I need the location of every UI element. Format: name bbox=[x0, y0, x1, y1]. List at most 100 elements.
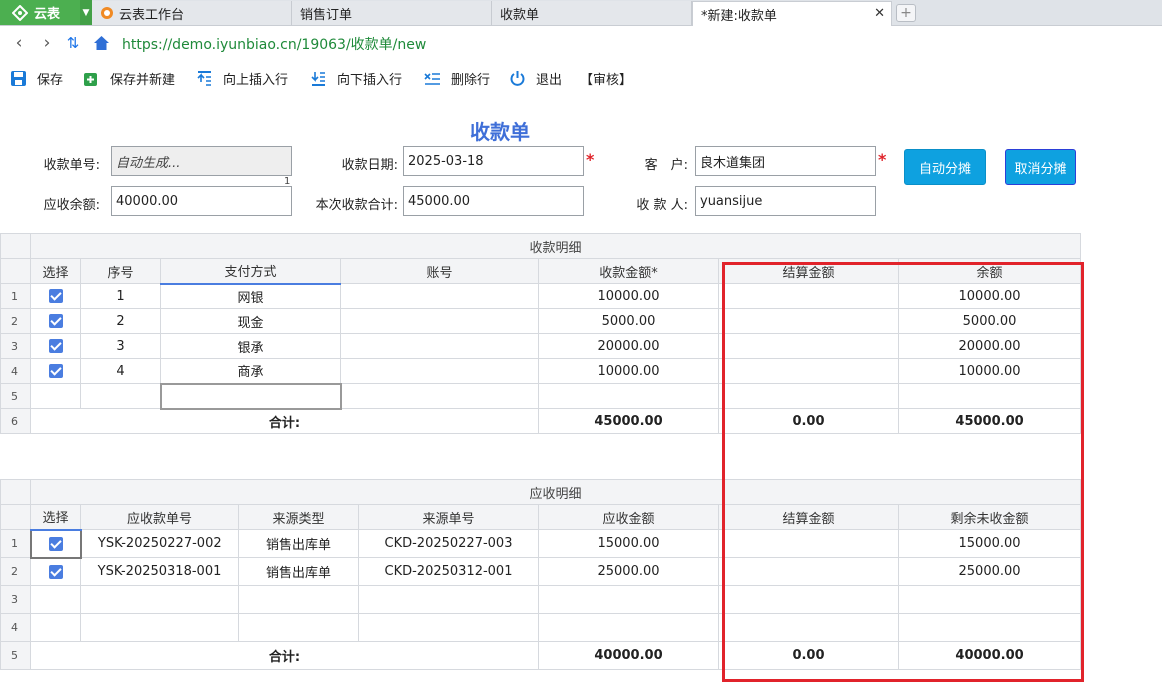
forward-icon[interactable]: › bbox=[38, 33, 56, 53]
source-no-cell[interactable]: CKD-20250312-001 bbox=[358, 557, 539, 586]
settled-cell[interactable] bbox=[718, 529, 899, 558]
source-type-cell[interactable]: 销售出库单 bbox=[238, 557, 359, 586]
account-cell[interactable] bbox=[340, 358, 539, 384]
settled-cell[interactable] bbox=[718, 283, 899, 309]
balance-cell[interactable]: 20000.00 bbox=[897, 333, 1082, 359]
payment-method-cell[interactable]: 银承 bbox=[160, 333, 341, 359]
select-cell[interactable] bbox=[30, 283, 81, 309]
settled-cell[interactable] bbox=[718, 557, 899, 586]
column-header[interactable]: 结算金额 bbox=[718, 258, 899, 284]
select-cell[interactable] bbox=[30, 358, 81, 384]
source-no-cell[interactable]: CKD-20250227-003 bbox=[358, 529, 539, 558]
remaining-cell[interactable] bbox=[897, 585, 1082, 614]
customer-field[interactable]: 良木道集团 bbox=[695, 146, 876, 176]
checkbox[interactable] bbox=[48, 564, 63, 579]
receivable-balance-field[interactable]: 40000.00 bbox=[111, 186, 292, 216]
column-header[interactable]: 支付方式 bbox=[160, 258, 341, 285]
select-cell[interactable] bbox=[30, 333, 81, 359]
receivable-amount-cell[interactable]: 25000.00 bbox=[538, 557, 719, 586]
amount-cell[interactable]: 20000.00 bbox=[538, 333, 719, 359]
seq-cell[interactable]: 3 bbox=[80, 333, 161, 359]
tab-new-receipt[interactable]: *新建:收款单 ✕ bbox=[692, 1, 892, 27]
payment-method-cell[interactable]: 商承 bbox=[160, 358, 341, 384]
auto-allocate-button[interactable]: 自动分摊 bbox=[904, 149, 986, 185]
save-button[interactable]: 保存 bbox=[10, 67, 63, 89]
app-menu-button[interactable]: 云表 bbox=[0, 0, 80, 25]
select-cell[interactable] bbox=[30, 585, 81, 614]
tab-receipt[interactable]: 收款单 bbox=[492, 1, 692, 25]
payment-method-cell-selected[interactable] bbox=[159, 382, 342, 410]
checkbox[interactable] bbox=[48, 339, 63, 353]
receipt-no-field[interactable]: 自动生成... bbox=[111, 146, 292, 176]
cancel-allocate-button[interactable]: 取消分摊 bbox=[1005, 149, 1076, 185]
column-header[interactable]: 结算金额 bbox=[718, 504, 899, 530]
account-cell[interactable] bbox=[340, 308, 539, 334]
settled-cell[interactable] bbox=[718, 308, 899, 334]
balance-cell[interactable]: 10000.00 bbox=[897, 283, 1082, 309]
tab-workbench[interactable]: 云表工作台 bbox=[92, 1, 292, 25]
account-cell[interactable] bbox=[340, 333, 539, 359]
source-no-cell[interactable] bbox=[358, 585, 539, 614]
account-cell[interactable] bbox=[340, 283, 539, 309]
new-tab-button[interactable]: + bbox=[896, 4, 916, 22]
insert-row-above-button[interactable]: 向上插入行 bbox=[196, 67, 288, 89]
receivable-amount-cell[interactable]: 15000.00 bbox=[538, 529, 719, 558]
remaining-cell[interactable]: 25000.00 bbox=[897, 557, 1082, 586]
source-type-cell[interactable] bbox=[238, 613, 359, 642]
balance-cell[interactable]: 5000.00 bbox=[897, 308, 1082, 334]
column-header[interactable]: 收款金额* bbox=[538, 258, 719, 284]
url-text[interactable]: https://demo.iyunbiao.cn/19063/收款单/new bbox=[122, 34, 426, 54]
column-header[interactable]: 来源单号 bbox=[358, 504, 539, 530]
settled-cell[interactable] bbox=[718, 613, 899, 642]
source-no-cell[interactable] bbox=[358, 613, 539, 642]
checkbox[interactable] bbox=[48, 314, 63, 328]
receivable-no-cell[interactable]: YSK-20250318-001 bbox=[80, 557, 239, 586]
balance-cell[interactable]: 10000.00 bbox=[897, 358, 1082, 384]
remaining-cell[interactable]: 15000.00 bbox=[897, 529, 1082, 558]
receivable-no-cell[interactable] bbox=[80, 613, 239, 642]
amount-cell[interactable]: 10000.00 bbox=[538, 358, 719, 384]
select-cell[interactable] bbox=[30, 308, 81, 334]
review-button[interactable]: 【审核】 bbox=[580, 67, 632, 89]
app-dropdown-icon[interactable]: ▼ bbox=[80, 0, 92, 25]
settled-cell[interactable] bbox=[718, 383, 899, 409]
checkbox[interactable] bbox=[48, 289, 63, 303]
exit-button[interactable]: 退出 bbox=[509, 67, 562, 89]
column-header[interactable]: 序号 bbox=[80, 258, 161, 284]
column-header[interactable]: 剩余未收金额 bbox=[897, 504, 1082, 530]
select-cell[interactable] bbox=[30, 557, 81, 586]
column-header[interactable]: 余额 bbox=[897, 258, 1082, 284]
checkbox[interactable] bbox=[48, 364, 63, 378]
delete-row-button[interactable]: 删除行 bbox=[424, 67, 490, 89]
close-icon[interactable]: ✕ bbox=[874, 6, 885, 21]
back-icon[interactable]: ‹ bbox=[10, 33, 28, 53]
receipt-date-field[interactable]: 2025-03-18 bbox=[403, 146, 584, 176]
settled-cell[interactable] bbox=[718, 585, 899, 614]
seq-cell[interactable]: 2 bbox=[80, 308, 161, 334]
tab-sales-order[interactable]: 销售订单 bbox=[292, 1, 492, 25]
account-cell[interactable] bbox=[340, 383, 539, 409]
select-cell[interactable] bbox=[30, 613, 81, 642]
insert-row-below-button[interactable]: 向下插入行 bbox=[310, 67, 402, 89]
column-header[interactable]: 选择 bbox=[30, 504, 81, 531]
amount-cell[interactable]: 5000.00 bbox=[538, 308, 719, 334]
source-type-cell[interactable]: 销售出库单 bbox=[238, 529, 359, 558]
seq-cell[interactable] bbox=[80, 383, 161, 409]
home-icon[interactable] bbox=[92, 34, 110, 52]
settled-cell[interactable] bbox=[718, 333, 899, 359]
column-header[interactable]: 来源类型 bbox=[238, 504, 359, 530]
amount-cell[interactable]: 10000.00 bbox=[538, 283, 719, 309]
refresh-icon[interactable]: ⇅ bbox=[64, 34, 82, 52]
receipt-total-field[interactable]: 45000.00 bbox=[403, 186, 584, 216]
select-cell-selected[interactable] bbox=[29, 528, 82, 559]
column-header[interactable]: 选择 bbox=[30, 258, 81, 284]
balance-cell[interactable] bbox=[897, 383, 1082, 409]
column-header[interactable]: 应收款单号 bbox=[80, 504, 239, 530]
receivable-no-cell[interactable] bbox=[80, 585, 239, 614]
payment-method-cell[interactable]: 现金 bbox=[160, 308, 341, 334]
receivable-amount-cell[interactable] bbox=[538, 613, 719, 642]
column-header[interactable]: 应收金额 bbox=[538, 504, 719, 530]
select-cell[interactable] bbox=[30, 383, 81, 409]
payment-method-cell[interactable]: 网银 bbox=[160, 283, 341, 309]
receivable-no-cell[interactable]: YSK-20250227-002 bbox=[80, 529, 239, 558]
